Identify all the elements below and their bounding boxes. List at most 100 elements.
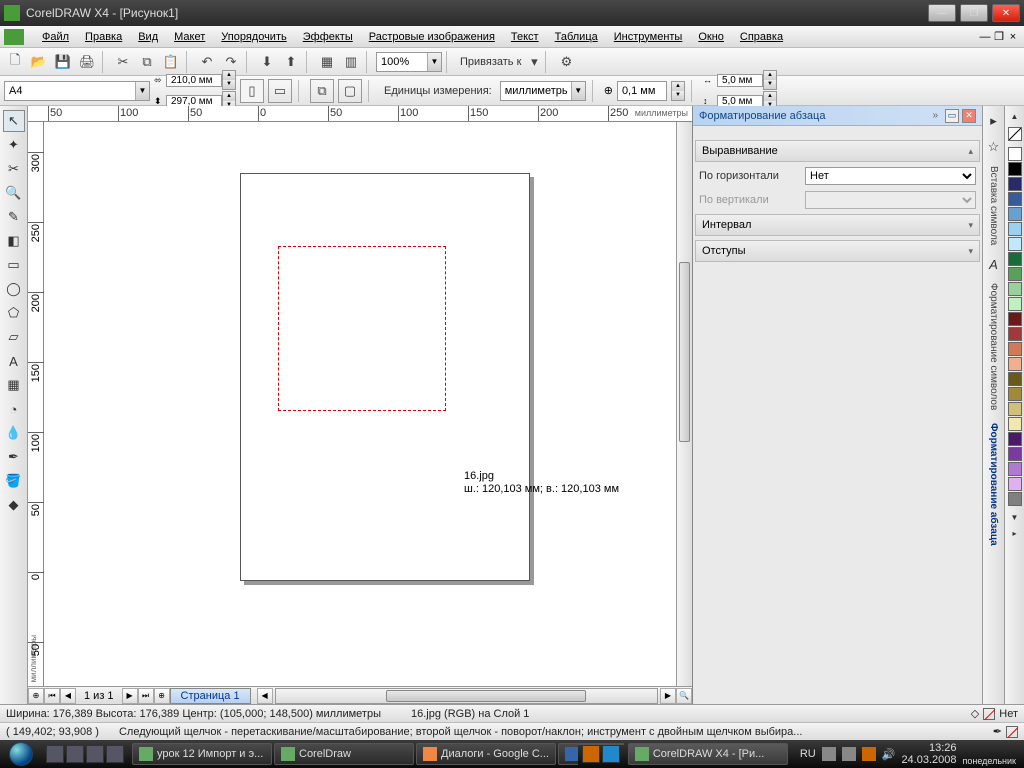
menu-tools[interactable]: Инструменты: [606, 28, 691, 46]
color-swatch[interactable]: [1008, 177, 1022, 191]
snap-dropdown[interactable]: ▾: [527, 51, 541, 73]
menu-window[interactable]: Окно: [690, 28, 732, 46]
color-swatch[interactable]: [1008, 447, 1022, 461]
text-tool[interactable]: A: [3, 350, 25, 372]
color-swatch[interactable]: [1008, 477, 1022, 491]
horizontal-align-select[interactable]: Нет: [805, 167, 976, 185]
hscroll-right[interactable]: ▶: [660, 688, 676, 704]
zoom-tool[interactable]: 🔍: [3, 182, 25, 204]
color-swatch[interactable]: [1008, 207, 1022, 221]
task-coreldraw-active[interactable]: CorelDRAW X4 - [Ри...: [628, 743, 788, 765]
menu-text[interactable]: Текст: [503, 28, 547, 46]
palette-scroll-down[interactable]: ▼: [1004, 511, 1024, 523]
color-swatch[interactable]: [1008, 327, 1022, 341]
task-chrome[interactable]: Диалоги - Google C...: [416, 743, 556, 765]
menu-help[interactable]: Справка: [732, 28, 791, 46]
fill-tool[interactable]: 🪣: [3, 470, 25, 492]
polygon-tool[interactable]: ⬠: [3, 302, 25, 324]
color-swatch[interactable]: [1008, 162, 1022, 176]
vertical-ruler[interactable]: миллиметры 30025020015010050050: [28, 122, 44, 686]
shape-tool[interactable]: ✦: [3, 134, 25, 156]
docker-close-button[interactable]: ✕: [962, 109, 976, 123]
color-swatch[interactable]: [1008, 192, 1022, 206]
docker-flyout-button[interactable]: ▸: [983, 110, 1005, 132]
current-page-button[interactable]: ▢: [338, 79, 362, 103]
menu-bitmaps[interactable]: Растровые изображения: [361, 28, 503, 46]
hscroll-left[interactable]: ◀: [257, 688, 273, 704]
tray-lang[interactable]: RU: [800, 748, 816, 760]
app-launcher-button[interactable]: ▦: [316, 51, 338, 73]
portrait-button[interactable]: ▯: [240, 79, 264, 103]
color-swatch[interactable]: [1008, 267, 1022, 281]
no-color-swatch[interactable]: [1008, 127, 1022, 141]
color-swatch[interactable]: [1008, 387, 1022, 401]
docker-collapse-button[interactable]: »: [932, 110, 938, 121]
all-pages-button[interactable]: ⧉: [310, 79, 334, 103]
add-page-after-button[interactable]: ⊕: [154, 688, 170, 704]
export-button[interactable]: ⬆: [280, 51, 302, 73]
interactive-fill-tool[interactable]: ◆: [3, 494, 25, 516]
color-swatch[interactable]: [1008, 237, 1022, 251]
print-button[interactable]: 🖨: [76, 51, 98, 73]
color-swatch[interactable]: [1008, 282, 1022, 296]
pick-tool[interactable]: ↖: [3, 110, 25, 132]
cut-button[interactable]: ✂: [112, 51, 134, 73]
zoom-combo[interactable]: ▼: [376, 52, 442, 72]
outline-tool[interactable]: ✒: [3, 446, 25, 468]
color-swatch[interactable]: [1008, 147, 1022, 161]
zoom-icon[interactable]: 🔍: [676, 688, 692, 704]
prev-page-button[interactable]: ◀: [60, 688, 76, 704]
smart-fill-tool[interactable]: ◧: [3, 230, 25, 252]
menu-arrange[interactable]: Упорядочить: [213, 28, 294, 46]
crop-tool[interactable]: ✂: [3, 158, 25, 180]
units-combo[interactable]: ▼: [500, 81, 586, 101]
color-swatch[interactable]: [1008, 462, 1022, 476]
task-lesson[interactable]: урок 12 Импорт и э...: [132, 743, 272, 765]
close-button[interactable]: ✕: [992, 4, 1020, 22]
insert-symbol-icon[interactable]: ☆: [983, 136, 1005, 158]
color-swatch[interactable]: [1008, 402, 1022, 416]
tray-icon-1[interactable]: [822, 747, 836, 761]
color-swatch[interactable]: [1008, 297, 1022, 311]
menu-file[interactable]: Файл: [34, 28, 77, 46]
open-button[interactable]: 📂: [28, 51, 50, 73]
start-button[interactable]: [0, 740, 42, 768]
page-width-input[interactable]: [166, 74, 222, 87]
import-placement-rect[interactable]: [278, 246, 446, 411]
minimize-button[interactable]: —: [928, 4, 956, 22]
docker-undock-button[interactable]: ▭: [945, 109, 959, 123]
no-fill-swatch[interactable]: [983, 708, 995, 720]
tray-icon-2[interactable]: [842, 747, 856, 761]
color-swatch[interactable]: [1008, 492, 1022, 506]
task-coreldraw-doc[interactable]: CorelDraw: [274, 743, 414, 765]
color-swatch[interactable]: [1008, 252, 1022, 266]
section-alignment[interactable]: Выравнивание▴: [695, 140, 980, 162]
freehand-tool[interactable]: ✎: [3, 206, 25, 228]
vertical-scrollbar[interactable]: [676, 122, 692, 686]
task-word[interactable]: лекция 3.12 - Micro...: [558, 743, 578, 765]
paper-combo[interactable]: ▼: [4, 81, 150, 101]
page-tab-1[interactable]: Страница 1: [170, 688, 251, 704]
color-swatch[interactable]: [1008, 372, 1022, 386]
maximize-button[interactable]: ❐: [960, 4, 988, 22]
section-indent[interactable]: Отступы▾: [695, 240, 980, 262]
palette-flyout[interactable]: ▸: [1004, 527, 1024, 539]
mdi-minimize[interactable]: —: [978, 31, 992, 43]
last-page-button[interactable]: ⏭: [138, 688, 154, 704]
new-button[interactable]: 🗋: [4, 51, 26, 73]
quicklaunch-3[interactable]: [86, 745, 104, 763]
dup-x-input[interactable]: [717, 74, 763, 87]
add-page-before-button[interactable]: ⊕: [28, 688, 44, 704]
menu-table[interactable]: Таблица: [547, 28, 606, 46]
tray-clock[interactable]: 13:26 24.03.2008: [901, 742, 956, 766]
landscape-button[interactable]: ▭: [268, 79, 292, 103]
horizontal-ruler[interactable]: миллиметры 5010050050100150200250: [28, 106, 692, 122]
menu-layout[interactable]: Макет: [166, 28, 213, 46]
basic-shapes-tool[interactable]: ▱: [3, 326, 25, 348]
rectangle-tool[interactable]: ▭: [3, 254, 25, 276]
color-swatch[interactable]: [1008, 222, 1022, 236]
menu-effects[interactable]: Эффекты: [295, 28, 361, 46]
menu-edit[interactable]: Правка: [77, 28, 130, 46]
interactive-tool[interactable]: ◔: [3, 398, 25, 420]
tab-insert-symbol[interactable]: Вставка символа: [988, 162, 999, 249]
